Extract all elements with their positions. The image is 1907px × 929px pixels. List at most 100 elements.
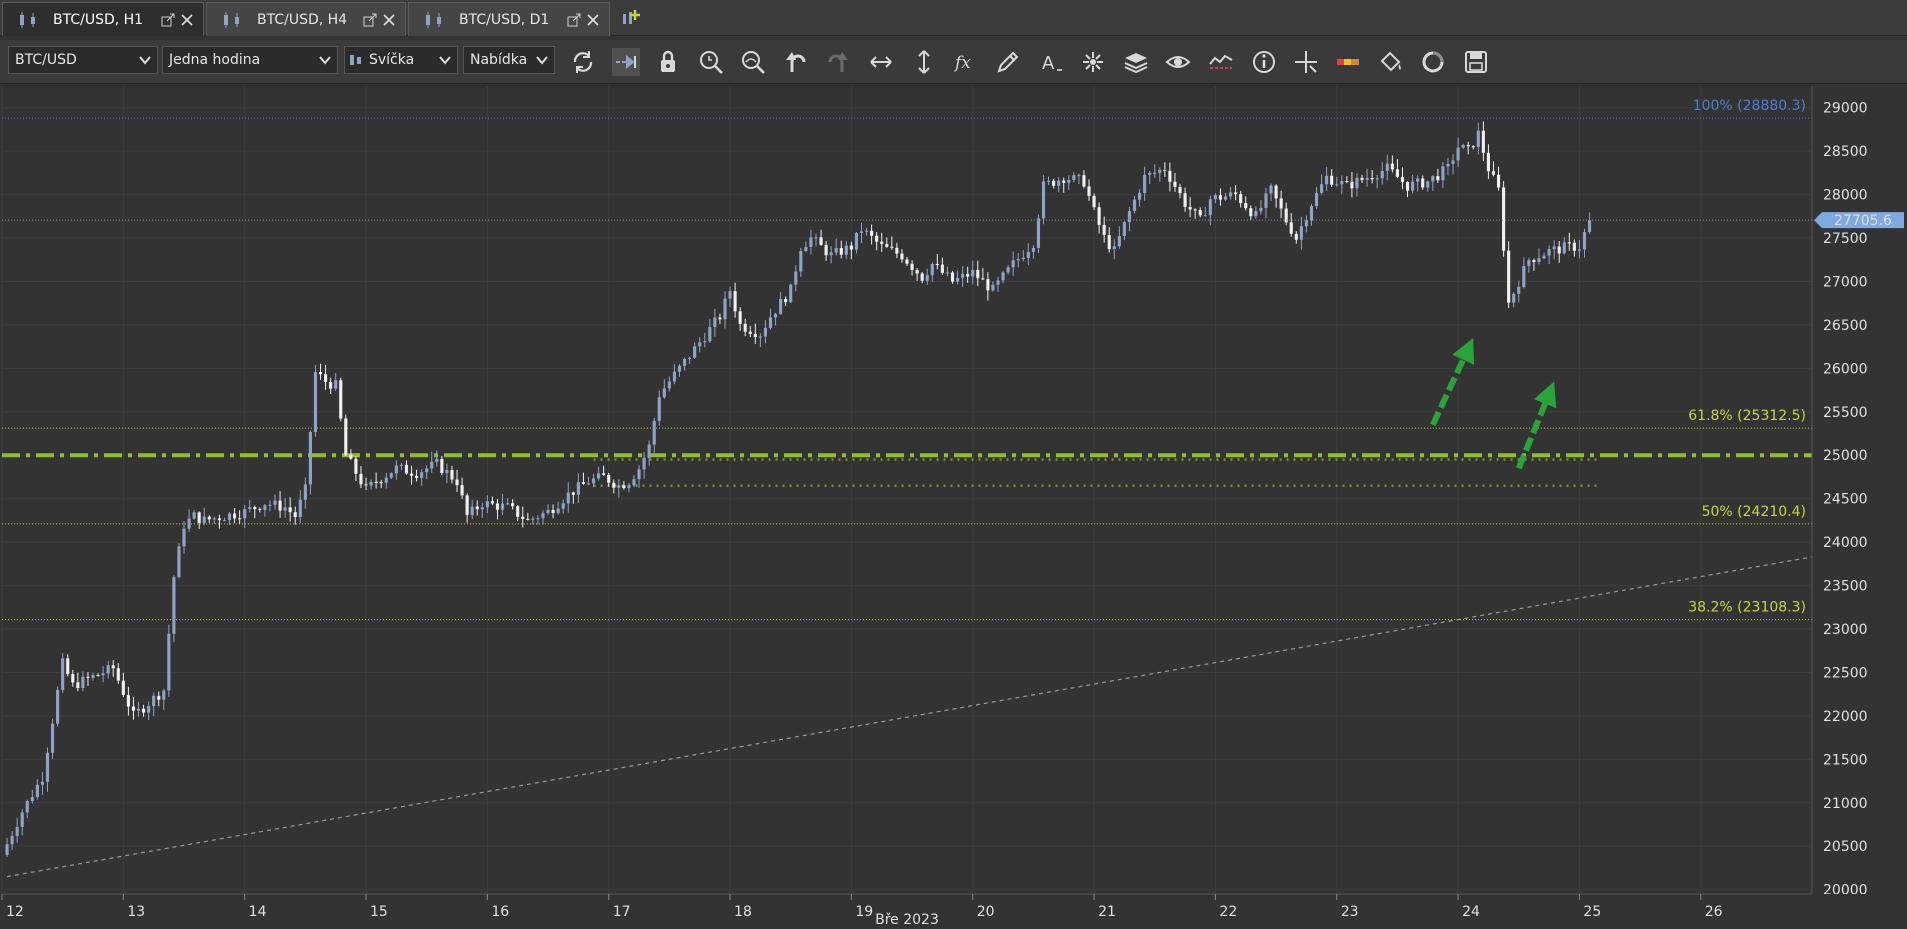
candle-body	[283, 507, 287, 511]
save-button[interactable]	[1462, 48, 1490, 76]
candle-body	[551, 509, 555, 514]
candle-body	[1582, 232, 1587, 250]
candle	[177, 542, 181, 579]
color-scale-button[interactable]	[1334, 48, 1362, 76]
time-tick-label: 14	[249, 904, 267, 920]
price-tick-label: 22500	[1823, 665, 1868, 681]
candle-body	[20, 812, 24, 828]
instrument-select[interactable]: BTC/USD	[8, 46, 158, 74]
fill-color-button[interactable]	[1377, 48, 1405, 76]
candle-body	[313, 372, 318, 433]
tab-btcusd-h4[interactable]: BTC/USD, H4	[206, 2, 406, 36]
refresh-button[interactable]	[569, 48, 597, 76]
time-tick-label: 22	[1219, 904, 1237, 920]
close-icon[interactable]	[587, 13, 599, 26]
crosshair-button[interactable]	[1292, 48, 1320, 76]
price-tick-label: 21000	[1823, 796, 1868, 812]
draw-button[interactable]	[994, 48, 1022, 76]
candle-body	[61, 658, 65, 691]
candle-body	[597, 473, 601, 479]
info-button[interactable]	[1250, 48, 1278, 76]
candle-body	[147, 706, 151, 713]
tab-btcusd-d1[interactable]: BTC/USD, D1	[408, 2, 610, 36]
fit-horizontal-button[interactable]	[867, 48, 895, 76]
candle-body	[1143, 174, 1147, 193]
candle-body	[1107, 235, 1111, 250]
candle-body	[1537, 258, 1541, 263]
price-chart[interactable]: 100% (28880.3) 61.8% (25312.5) 50% (24210.…	[0, 84, 1907, 929]
close-icon[interactable]	[181, 13, 193, 26]
candle-body	[642, 457, 646, 470]
tab-btcusd-h1[interactable]: BTC/USD, H1	[2, 2, 204, 36]
candle-body	[56, 690, 60, 724]
candle-body	[1486, 152, 1490, 172]
chart-type-select[interactable]: Svíčka	[344, 46, 458, 74]
candle-body	[667, 381, 671, 389]
candle-body	[718, 317, 722, 320]
undo-button[interactable]	[782, 48, 810, 76]
chart-canvas[interactable]: 100% (28880.3) 61.8% (25312.5) 50% (24210.…	[0, 84, 1907, 929]
candle-body	[212, 518, 216, 520]
instrument-select-value: BTC/USD	[15, 52, 77, 68]
timeframe-select[interactable]: Jedna hodina	[162, 46, 338, 74]
candle-body	[1481, 130, 1485, 153]
candle-body	[839, 247, 843, 255]
close-icon[interactable]	[383, 13, 395, 26]
shift-chart-button[interactable]	[612, 48, 640, 76]
candle-body	[844, 245, 848, 255]
price-side-select[interactable]: Nabídka	[463, 46, 555, 74]
candle-body	[227, 513, 232, 521]
candle-body	[86, 676, 90, 678]
indicators-button[interactable]: fx	[952, 48, 980, 76]
tab-label: BTC/USD, H1	[53, 11, 144, 28]
candle-body	[1416, 178, 1420, 182]
signals-button[interactable]	[1207, 48, 1235, 76]
candle-body	[349, 454, 353, 459]
fit-vertical-button[interactable]	[910, 48, 938, 76]
candle	[172, 575, 176, 643]
candle-body	[1249, 208, 1253, 217]
candle-body	[1547, 249, 1551, 256]
candle-body	[966, 273, 970, 277]
popout-icon[interactable]	[363, 13, 377, 27]
redo-button[interactable]	[824, 48, 852, 76]
theme-button[interactable]	[1419, 48, 1447, 76]
lock-button[interactable]	[654, 48, 682, 76]
candle-body	[991, 284, 995, 291]
popout-icon[interactable]	[567, 13, 581, 27]
candle-body	[1567, 242, 1571, 244]
candle-body	[1577, 249, 1581, 251]
zoom-out-button[interactable]	[739, 48, 767, 76]
text-tool-button[interactable]: A	[1037, 48, 1065, 76]
price-tick-label: 20500	[1823, 839, 1868, 855]
time-tick-label: 24	[1462, 904, 1480, 920]
drawing-tools-button[interactable]	[1079, 48, 1107, 76]
candle-body	[71, 674, 75, 683]
price-tick-label: 23000	[1823, 622, 1868, 638]
candle-body	[895, 247, 899, 254]
candle-body	[1436, 176, 1440, 181]
chevron-down-icon	[139, 56, 151, 65]
zoom-in-button[interactable]	[697, 48, 725, 76]
candle-body	[1234, 192, 1238, 195]
tab-label: BTC/USD, D1	[459, 11, 550, 28]
candle-body	[1345, 181, 1349, 183]
candle-body	[222, 520, 227, 522]
candle-body	[364, 484, 368, 486]
candle-body	[804, 246, 808, 252]
candle-body	[834, 247, 838, 253]
candle-body	[248, 507, 252, 510]
layers-button[interactable]	[1122, 48, 1150, 76]
candle-body	[955, 277, 960, 282]
candle-body	[1325, 175, 1329, 185]
candle	[56, 686, 60, 727]
popout-icon[interactable]	[161, 13, 175, 27]
fib-level-label: 61.8% (25312.5)	[1688, 408, 1806, 424]
candle-body	[682, 358, 687, 366]
add-chart-icon[interactable]	[620, 8, 642, 30]
candle-body	[1274, 185, 1278, 199]
candle-body	[728, 291, 732, 299]
candle-body	[971, 269, 975, 277]
visibility-button[interactable]	[1164, 48, 1192, 76]
candle-body	[157, 695, 161, 700]
